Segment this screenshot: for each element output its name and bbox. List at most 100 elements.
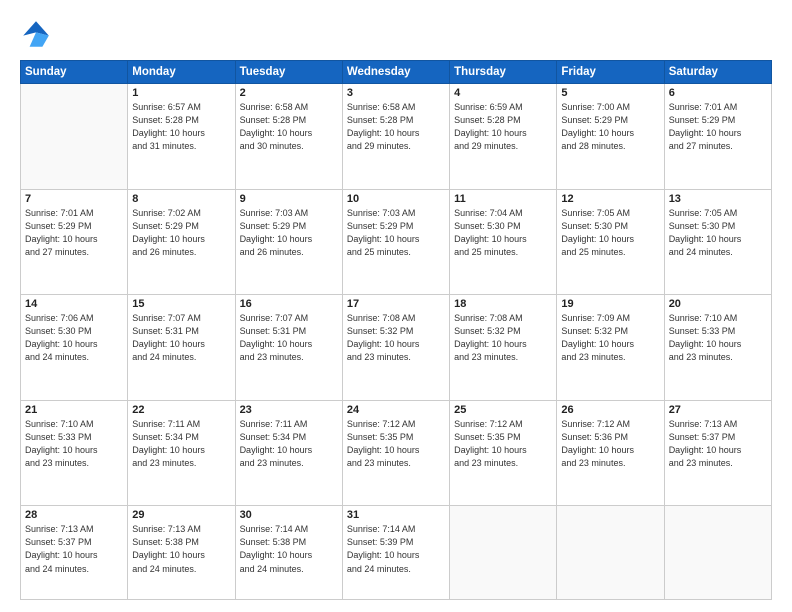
weekday-header-sunday: Sunday (21, 61, 128, 84)
day-number: 18 (454, 298, 552, 310)
day-number: 2 (240, 87, 338, 99)
weekday-header-thursday: Thursday (450, 61, 557, 84)
header (20, 18, 772, 50)
day-info: Sunrise: 7:01 AMSunset: 5:29 PMDaylight:… (669, 101, 767, 153)
calendar-cell: 20 Sunrise: 7:10 AMSunset: 5:33 PMDayligh… (664, 295, 771, 401)
day-number: 21 (25, 404, 123, 416)
day-number: 17 (347, 298, 445, 310)
day-number: 7 (25, 193, 123, 205)
calendar-cell: 23 Sunrise: 7:11 AMSunset: 5:34 PMDayligh… (235, 400, 342, 506)
day-info: Sunrise: 7:13 AMSunset: 5:38 PMDaylight:… (132, 523, 230, 575)
day-info: Sunrise: 7:08 AMSunset: 5:32 PMDaylight:… (454, 312, 552, 364)
calendar-cell: 2 Sunrise: 6:58 AMSunset: 5:28 PMDaylight… (235, 84, 342, 190)
calendar-cell: 13Sunrise: 7:05 AMSunset: 5:30 PMDayligh… (664, 189, 771, 295)
day-number: 11 (454, 193, 552, 205)
day-number: 19 (561, 298, 659, 310)
calendar-cell: 25 Sunrise: 7:12 AMSunset: 5:35 PMDayligh… (450, 400, 557, 506)
calendar-cell (450, 506, 557, 600)
weekday-header-monday: Monday (128, 61, 235, 84)
day-number: 22 (132, 404, 230, 416)
day-number: 5 (561, 87, 659, 99)
logo-icon (20, 18, 52, 50)
calendar-cell: 19 Sunrise: 7:09 AMSunset: 5:32 PMDayligh… (557, 295, 664, 401)
weekday-header-friday: Friday (557, 61, 664, 84)
weekday-header-saturday: Saturday (664, 61, 771, 84)
day-number: 26 (561, 404, 659, 416)
week-row-2: 7 Sunrise: 7:01 AMSunset: 5:29 PMDaylight… (21, 189, 772, 295)
day-number: 29 (132, 509, 230, 521)
day-info: Sunrise: 7:11 AMSunset: 5:34 PMDaylight:… (240, 418, 338, 470)
calendar-cell: 7 Sunrise: 7:01 AMSunset: 5:29 PMDaylight… (21, 189, 128, 295)
day-number: 13 (669, 193, 767, 205)
day-number: 1 (132, 87, 230, 99)
calendar-cell (664, 506, 771, 600)
calendar-cell: 27 Sunrise: 7:13 AMSunset: 5:37 PMDayligh… (664, 400, 771, 506)
weekday-header-tuesday: Tuesday (235, 61, 342, 84)
calendar-cell: 3 Sunrise: 6:58 AMSunset: 5:28 PMDaylight… (342, 84, 449, 190)
calendar-cell: 22 Sunrise: 7:11 AMSunset: 5:34 PMDayligh… (128, 400, 235, 506)
calendar-cell: 18 Sunrise: 7:08 AMSunset: 5:32 PMDayligh… (450, 295, 557, 401)
weekday-header-wednesday: Wednesday (342, 61, 449, 84)
day-info: Sunrise: 7:01 AMSunset: 5:29 PMDaylight:… (25, 207, 123, 259)
day-number: 9 (240, 193, 338, 205)
day-info: Sunrise: 7:14 AMSunset: 5:38 PMDaylight:… (240, 523, 338, 575)
day-info: Sunrise: 7:03 AMSunset: 5:29 PMDaylight:… (347, 207, 445, 259)
day-info: Sunrise: 7:11 AMSunset: 5:34 PMDaylight:… (132, 418, 230, 470)
day-info: Sunrise: 7:10 AMSunset: 5:33 PMDaylight:… (25, 418, 123, 470)
day-number: 25 (454, 404, 552, 416)
day-number: 14 (25, 298, 123, 310)
day-number: 23 (240, 404, 338, 416)
day-info: Sunrise: 7:03 AMSunset: 5:29 PMDaylight:… (240, 207, 338, 259)
day-info: Sunrise: 7:07 AMSunset: 5:31 PMDaylight:… (240, 312, 338, 364)
calendar-cell: 26 Sunrise: 7:12 AMSunset: 5:36 PMDayligh… (557, 400, 664, 506)
day-number: 16 (240, 298, 338, 310)
week-row-1: 1Sunrise: 6:57 AMSunset: 5:28 PMDaylight… (21, 84, 772, 190)
day-info: Sunrise: 7:05 AMSunset: 5:30 PMDaylight:… (561, 207, 659, 259)
day-info: Sunrise: 7:12 AMSunset: 5:35 PMDaylight:… (454, 418, 552, 470)
day-number: 12 (561, 193, 659, 205)
day-number: 27 (669, 404, 767, 416)
calendar-cell: 9 Sunrise: 7:03 AMSunset: 5:29 PMDaylight… (235, 189, 342, 295)
day-number: 6 (669, 87, 767, 99)
day-info: Sunrise: 6:58 AMSunset: 5:28 PMDaylight:… (240, 101, 338, 153)
day-info: Sunrise: 7:04 AMSunset: 5:30 PMDaylight:… (454, 207, 552, 259)
calendar-cell: 17 Sunrise: 7:08 AMSunset: 5:32 PMDayligh… (342, 295, 449, 401)
day-info: Sunrise: 7:02 AMSunset: 5:29 PMDaylight:… (132, 207, 230, 259)
day-info: Sunrise: 7:10 AMSunset: 5:33 PMDaylight:… (669, 312, 767, 364)
calendar-cell: 29 Sunrise: 7:13 AMSunset: 5:38 PMDayligh… (128, 506, 235, 600)
day-info: Sunrise: 7:09 AMSunset: 5:32 PMDaylight:… (561, 312, 659, 364)
calendar-cell: 28Sunrise: 7:13 AMSunset: 5:37 PMDayligh… (21, 506, 128, 600)
calendar-cell: 31Sunrise: 7:14 AMSunset: 5:39 PMDayligh… (342, 506, 449, 600)
calendar-cell: 1Sunrise: 6:57 AMSunset: 5:28 PMDaylight… (128, 84, 235, 190)
day-info: Sunrise: 6:58 AMSunset: 5:28 PMDaylight:… (347, 101, 445, 153)
calendar-cell: 21 Sunrise: 7:10 AMSunset: 5:33 PMDayligh… (21, 400, 128, 506)
day-number: 28 (25, 509, 123, 521)
day-info: Sunrise: 7:13 AMSunset: 5:37 PMDaylight:… (669, 418, 767, 470)
day-number: 31 (347, 509, 445, 521)
day-number: 3 (347, 87, 445, 99)
calendar-cell: 4 Sunrise: 6:59 AMSunset: 5:28 PMDaylight… (450, 84, 557, 190)
day-info: Sunrise: 7:07 AMSunset: 5:31 PMDaylight:… (132, 312, 230, 364)
calendar-cell: 15Sunrise: 7:07 AMSunset: 5:31 PMDayligh… (128, 295, 235, 401)
calendar-cell (557, 506, 664, 600)
calendar-cell: 24 Sunrise: 7:12 AMSunset: 5:35 PMDayligh… (342, 400, 449, 506)
day-info: Sunrise: 7:06 AMSunset: 5:30 PMDaylight:… (25, 312, 123, 364)
day-number: 20 (669, 298, 767, 310)
day-number: 24 (347, 404, 445, 416)
calendar-cell: 8Sunrise: 7:02 AMSunset: 5:29 PMDaylight… (128, 189, 235, 295)
week-row-3: 14 Sunrise: 7:06 AMSunset: 5:30 PMDayligh… (21, 295, 772, 401)
day-info: Sunrise: 7:12 AMSunset: 5:36 PMDaylight:… (561, 418, 659, 470)
calendar-cell: 10 Sunrise: 7:03 AMSunset: 5:29 PMDayligh… (342, 189, 449, 295)
day-number: 4 (454, 87, 552, 99)
calendar-cell: 5Sunrise: 7:00 AMSunset: 5:29 PMDaylight… (557, 84, 664, 190)
day-info: Sunrise: 7:12 AMSunset: 5:35 PMDaylight:… (347, 418, 445, 470)
day-number: 10 (347, 193, 445, 205)
calendar-cell: 14 Sunrise: 7:06 AMSunset: 5:30 PMDayligh… (21, 295, 128, 401)
calendar-cell: 11 Sunrise: 7:04 AMSunset: 5:30 PMDayligh… (450, 189, 557, 295)
calendar-cell (21, 84, 128, 190)
calendar-cell: 16 Sunrise: 7:07 AMSunset: 5:31 PMDayligh… (235, 295, 342, 401)
day-info: Sunrise: 6:59 AMSunset: 5:28 PMDaylight:… (454, 101, 552, 153)
day-info: Sunrise: 7:08 AMSunset: 5:32 PMDaylight:… (347, 312, 445, 364)
calendar-cell: 6 Sunrise: 7:01 AMSunset: 5:29 PMDaylight… (664, 84, 771, 190)
day-number: 30 (240, 509, 338, 521)
